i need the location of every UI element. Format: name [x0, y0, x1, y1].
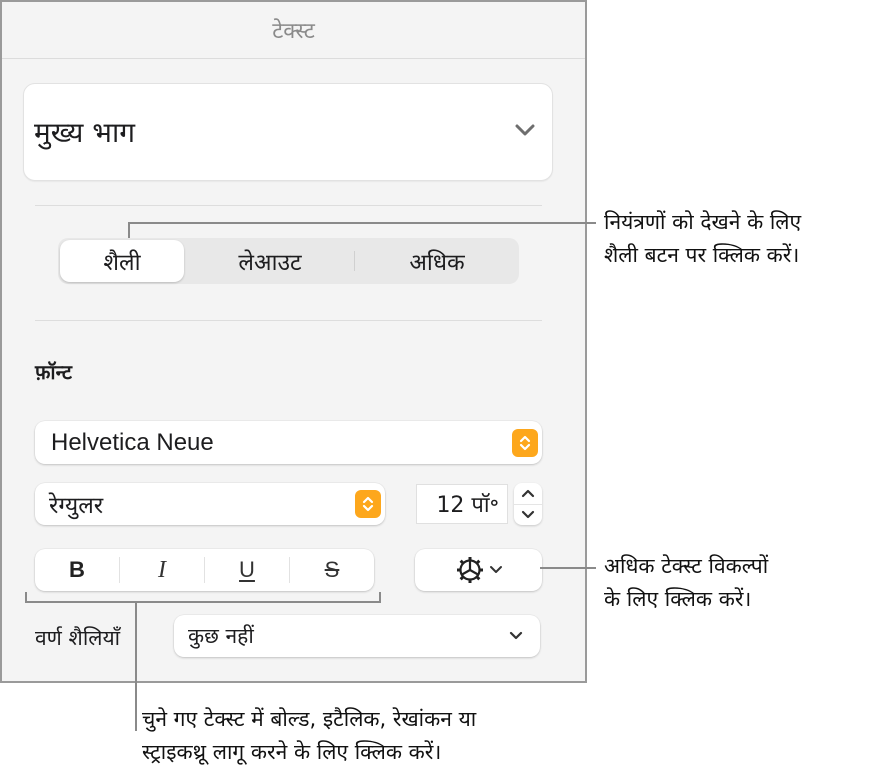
font-section-label: फ़ॉन्ट — [35, 360, 72, 384]
chevron-down-icon — [514, 123, 536, 142]
strikethrough-button[interactable]: S — [290, 549, 374, 591]
tab-style[interactable]: शैली — [60, 240, 184, 282]
font-size-stepper[interactable] — [514, 483, 542, 525]
format-inspector-panel: टेक्स्ट मुख्य भाग शैली लेआउट अधिक फ़ॉन्ट… — [0, 0, 587, 683]
divider — [35, 320, 542, 321]
character-style-value: कुछ नहीं — [188, 624, 254, 648]
callout-more-options: अधिक टेक्स्ट विकल्पों के लिए क्लिक करें। — [604, 550, 768, 616]
font-typeface-popup[interactable]: रेग्युलर — [35, 483, 385, 525]
character-styles-label: वर्ण शैलियाँ — [35, 626, 121, 650]
callout-line — [540, 567, 596, 569]
underline-icon: U — [239, 557, 255, 582]
callout-style-tab: नियंत्रणों को देखने के लिए शैली बटन पर क… — [604, 206, 801, 272]
strikethrough-icon: S — [324, 557, 340, 582]
callout-text: स्ट्राइकथ्रू लागू करने के लिए क्लिक करें… — [142, 740, 442, 764]
chevron-up-icon — [521, 490, 535, 498]
decrease-size-button[interactable] — [514, 503, 542, 526]
divider — [35, 205, 542, 206]
chevron-down-icon — [509, 631, 523, 640]
underline-button[interactable]: U — [205, 549, 289, 591]
font-typeface-value: रेग्युलर — [49, 493, 104, 519]
italic-icon: I — [158, 556, 166, 583]
gear-icon — [456, 557, 483, 583]
callout-line — [135, 601, 137, 731]
callout-text: नियंत्रणों को देखने के लिए — [604, 210, 802, 234]
character-styles-popup[interactable]: कुछ नहीं — [174, 615, 540, 657]
font-size-value: 12 पॉ॰ — [436, 493, 499, 518]
up-down-chevron-icon — [355, 490, 381, 518]
increase-size-button[interactable] — [514, 483, 542, 504]
advanced-options-button[interactable] — [415, 549, 542, 591]
panel-header: टेक्स्ट — [2, 2, 585, 59]
tab-layout[interactable]: लेआउट — [186, 238, 354, 284]
callout-line — [25, 601, 381, 603]
text-style-buttons: B I U S — [35, 549, 374, 591]
callout-biu: चुने गए टेक्स्ट में बोल्ड, इटैलिक, रेखां… — [142, 703, 476, 769]
paragraph-style-label: मुख्य भाग — [34, 116, 135, 149]
tab-more[interactable]: अधिक — [355, 238, 519, 284]
chevron-down-icon — [489, 566, 502, 573]
font-size-field[interactable]: 12 पॉ॰ — [416, 484, 508, 524]
bold-button[interactable]: B — [35, 549, 119, 591]
callout-line — [128, 222, 130, 238]
callout-line — [379, 592, 381, 603]
callout-text: अधिक टेक्स्ट विकल्पों — [604, 554, 769, 578]
chevron-down-icon — [521, 510, 535, 518]
italic-button[interactable]: I — [120, 549, 204, 591]
bold-icon: B — [69, 557, 85, 582]
callout-text: शैली बटन पर क्लिक करें। — [604, 243, 800, 267]
callout-line — [128, 222, 596, 224]
inspector-tabs: शैली लेआउट अधिक — [58, 238, 519, 284]
callout-text: के लिए क्लिक करें। — [604, 587, 752, 611]
up-down-chevron-icon — [512, 428, 538, 457]
paragraph-style-popup[interactable]: मुख्य भाग — [23, 83, 553, 181]
font-family-popup[interactable]: Helvetica Neue — [35, 421, 542, 464]
panel-title: टेक्स्ट — [272, 19, 315, 44]
callout-text: चुने गए टेक्स्ट में बोल्ड, इटैलिक, रेखां… — [142, 707, 477, 731]
font-family-value: Helvetica Neue — [51, 428, 214, 456]
